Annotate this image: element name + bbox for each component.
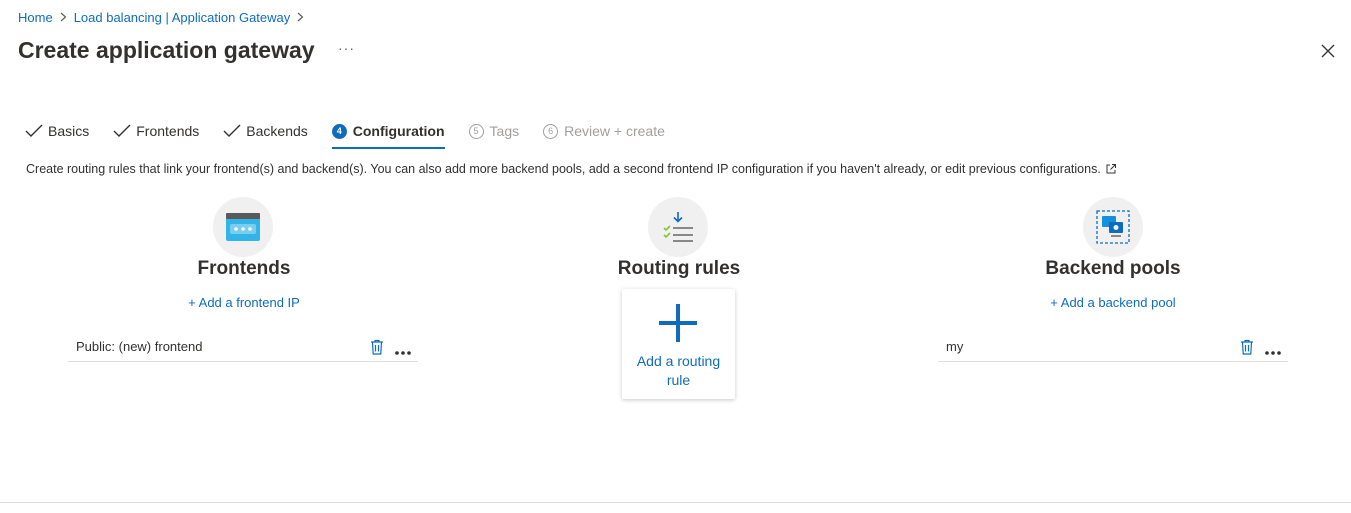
tab-basics[interactable]: Basics <box>25 118 89 144</box>
tab-configuration[interactable]: 4 Configuration <box>331 118 445 149</box>
chevron-right-icon <box>297 11 304 25</box>
step-number-badge: 6 <box>543 123 559 139</box>
tab-label: Frontends <box>136 123 200 139</box>
backend-item-label: my <box>946 339 964 354</box>
plus-icon <box>658 303 698 343</box>
external-link-icon[interactable] <box>1105 163 1117 175</box>
routing-rules-icon <box>648 197 708 257</box>
description-text: Create routing rules that link your fron… <box>26 162 1101 176</box>
checkmark-icon <box>113 124 131 138</box>
trash-icon[interactable] <box>1240 339 1254 355</box>
tab-label: Basics <box>48 123 90 139</box>
tab-label: Tags <box>489 123 520 139</box>
add-routing-rule-button[interactable]: Add a routing rule <box>622 289 735 399</box>
tab-label: Review + create <box>564 123 665 139</box>
step-number-badge: 5 <box>468 123 484 139</box>
tab-tags[interactable]: 5 Tags <box>468 118 520 144</box>
frontend-item-label: Public: (new) frontend <box>76 339 203 354</box>
frontends-heading: Frontends <box>197 258 291 279</box>
footer-divider <box>0 502 1351 503</box>
checkmark-icon <box>25 124 43 138</box>
checkmark-icon <box>223 124 241 138</box>
frontend-icon <box>213 197 273 257</box>
list-item[interactable]: my <box>938 332 1288 362</box>
tab-backends[interactable]: Backends <box>223 118 308 144</box>
trash-icon[interactable] <box>370 339 384 355</box>
add-backend-pool-link[interactable]: + Add a backend pool <box>963 295 1263 310</box>
breadcrumb-home[interactable]: Home <box>18 10 53 25</box>
backend-pool-icon <box>1083 197 1143 257</box>
more-options-icon[interactable]: ··· <box>338 40 355 56</box>
add-routing-rule-label: Add a routing rule <box>636 353 721 388</box>
more-options-icon[interactable] <box>394 344 412 355</box>
tab-label: Backends <box>246 123 308 139</box>
breadcrumb-load-balancing[interactable]: Load balancing | Application Gateway <box>74 10 291 25</box>
backend-pools-heading: Backend pools <box>1045 258 1181 279</box>
more-options-icon[interactable] <box>1264 344 1282 355</box>
tab-review-create[interactable]: 6 Review + create <box>543 118 665 144</box>
routing-rules-heading: Routing rules <box>617 258 741 279</box>
list-item[interactable]: Public: (new) frontend <box>68 332 418 362</box>
wizard-tabs: Basics Frontends Backends 4 Configuratio… <box>25 118 689 149</box>
breadcrumb: Home Load balancing | Application Gatewa… <box>18 10 311 25</box>
chevron-right-icon <box>60 11 67 25</box>
close-icon[interactable] <box>1319 42 1337 60</box>
tab-frontends[interactable]: Frontends <box>113 118 199 144</box>
page-description: Create routing rules that link your fron… <box>26 162 1117 176</box>
step-number-badge: 4 <box>331 123 347 139</box>
add-frontend-ip-link[interactable]: + Add a frontend IP <box>94 295 394 310</box>
tab-label: Configuration <box>352 123 445 139</box>
page-title: Create application gateway <box>18 37 315 63</box>
